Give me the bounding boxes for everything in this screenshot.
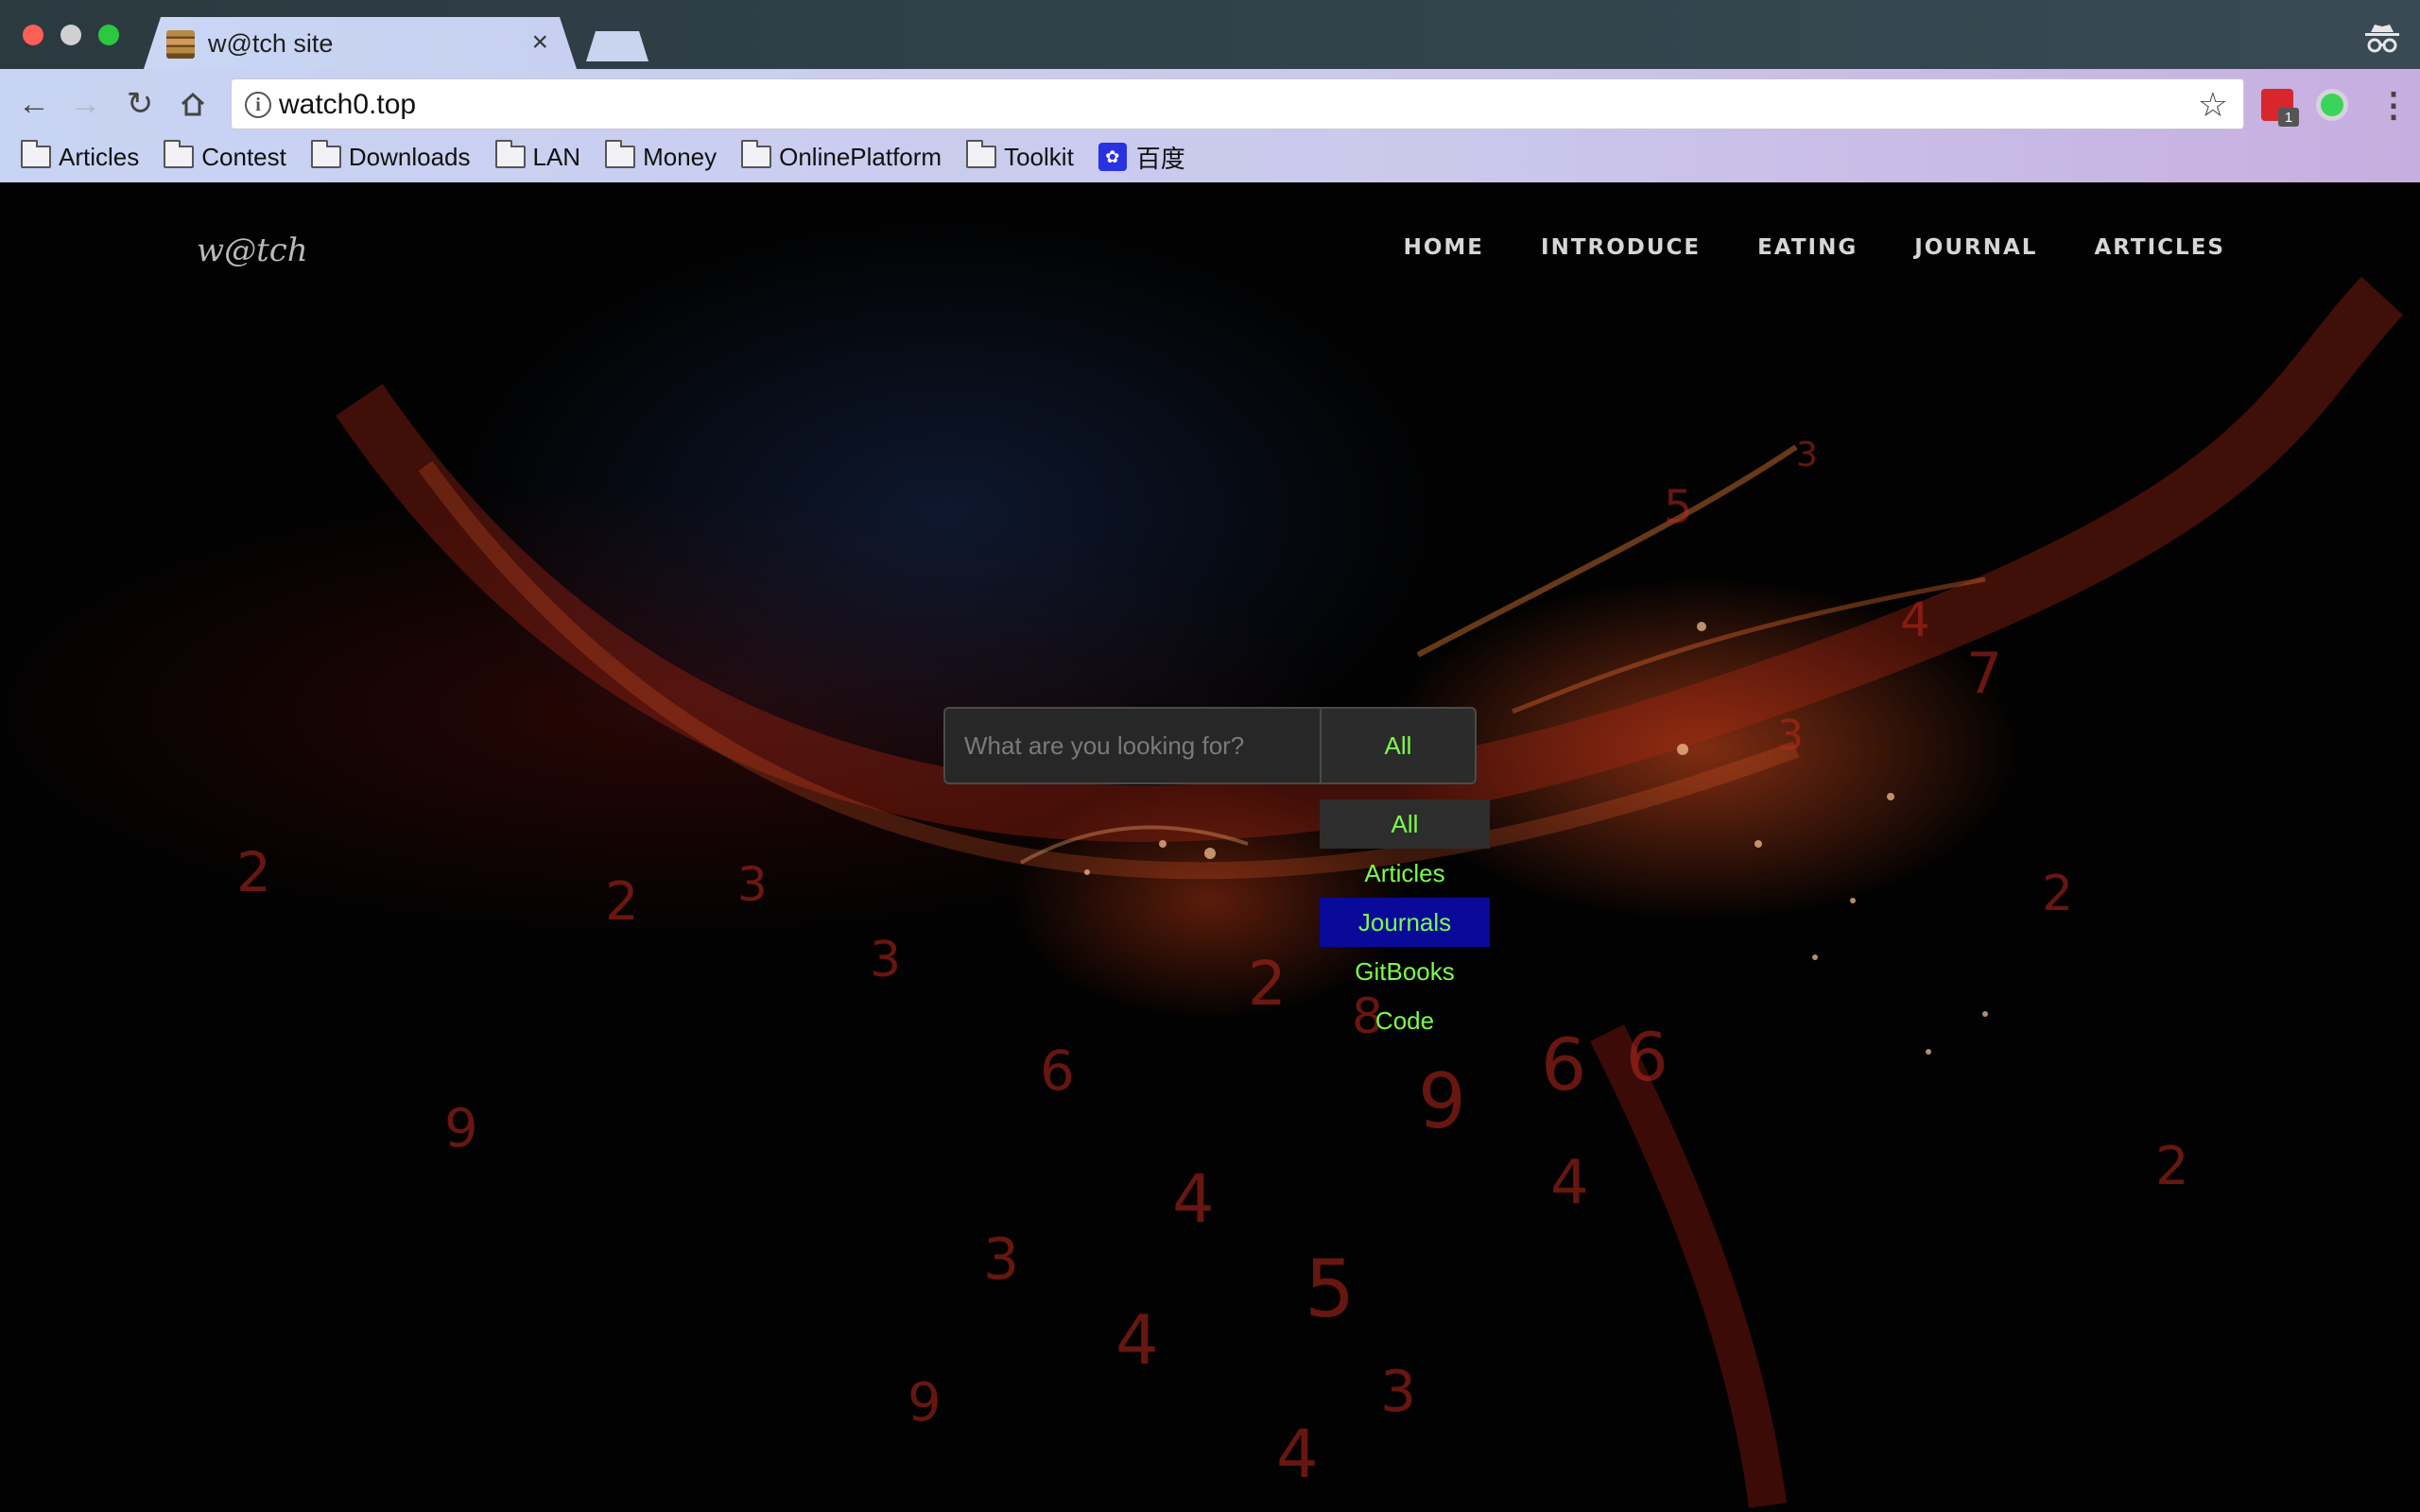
bookmark-onlineplatform[interactable]: OnlinePlatform <box>741 140 942 172</box>
maximize-window-button[interactable] <box>98 25 119 45</box>
svg-text:4: 4 <box>1900 593 1930 647</box>
svg-text:3: 3 <box>1796 436 1818 474</box>
svg-text:3: 3 <box>870 932 901 988</box>
svg-text:6: 6 <box>1541 1022 1586 1107</box>
site-logo[interactable]: w@tch <box>197 232 308 269</box>
dropdown-option-gitbooks[interactable]: GitBooks <box>1320 947 1490 996</box>
dropdown-option-journals[interactable]: Journals <box>1320 898 1490 947</box>
search-filter-dropdown: All Articles Journals GitBooks Code <box>1320 799 1490 1045</box>
dropdown-option-all[interactable]: All <box>1320 799 1490 849</box>
svg-text:9: 9 <box>908 1372 942 1434</box>
svg-text:3: 3 <box>1380 1359 1416 1425</box>
svg-text:5: 5 <box>1305 1243 1355 1335</box>
status-extension-icon[interactable] <box>2321 94 2343 116</box>
tab-close-icon[interactable]: × <box>531 26 548 59</box>
bookmark-label: Money <box>643 142 717 171</box>
baidu-paw-icon: ✿ <box>1098 143 1127 171</box>
search-filter-select[interactable]: All <box>1320 707 1477 784</box>
back-arrow-icon[interactable]: ← <box>15 85 53 123</box>
forward-arrow-icon[interactable]: → <box>66 85 104 123</box>
folder-icon <box>310 140 341 168</box>
info-icon[interactable]: i <box>245 92 271 118</box>
bookmark-label: OnlinePlatform <box>779 142 942 171</box>
new-tab-button[interactable] <box>586 31 648 61</box>
bookmarks-bar: Articles Contest Downloads LAN Money Onl… <box>21 138 1210 176</box>
bookmark-money[interactable]: Money <box>605 140 717 172</box>
nav-home[interactable]: HOME <box>1404 235 1484 260</box>
svg-text:4: 4 <box>1276 1416 1319 1493</box>
svg-text:3: 3 <box>1777 712 1804 760</box>
site-nav: HOME INTRODUCE EATING JOURNAL ARTICLES <box>1404 235 2225 260</box>
dropdown-option-code[interactable]: Code <box>1320 996 1490 1045</box>
nav-introduce[interactable]: INTRODUCE <box>1541 235 1701 260</box>
bookmark-contest[interactable]: Contest <box>164 140 286 172</box>
nav-eating[interactable]: EATING <box>1757 235 1858 260</box>
incognito-icon <box>2365 25 2399 53</box>
browser-menu-icon[interactable]: ⋮ <box>2377 85 2411 125</box>
bookmark-label: Articles <box>59 142 140 171</box>
svg-text:9: 9 <box>1418 1057 1466 1145</box>
svg-text:3: 3 <box>737 857 768 912</box>
bookmark-baidu[interactable]: ✿ 百度 <box>1098 140 1185 175</box>
url-text[interactable]: watch0.top <box>279 89 416 121</box>
page-hero: 5 3 7 3 4 2 8 9 6 3 4 5 3 4 6 6 2 2 3 2 … <box>0 182 2420 1512</box>
folder-icon <box>605 140 636 168</box>
bookmark-label: Contest <box>201 142 286 171</box>
bookmark-star-icon[interactable]: ☆ <box>2198 85 2228 125</box>
svg-text:6: 6 <box>1040 1039 1075 1103</box>
minimize-window-button[interactable] <box>60 25 81 45</box>
bookmark-label: Toolkit <box>1004 142 1074 171</box>
folder-icon <box>21 140 51 168</box>
bookmark-label: LAN <box>532 142 581 171</box>
svg-text:7: 7 <box>1966 641 2002 707</box>
svg-text:3: 3 <box>983 1227 1019 1293</box>
svg-text:6: 6 <box>1626 1019 1668 1096</box>
reload-icon[interactable]: ↻ <box>121 85 159 123</box>
background-artwork: 5 3 7 3 4 2 8 9 6 3 4 5 3 4 6 6 2 2 3 2 … <box>236 276 2404 1508</box>
svg-text:2: 2 <box>2155 1136 2189 1197</box>
folder-icon <box>741 140 772 168</box>
extension-badge: 1 <box>2278 108 2299 127</box>
svg-text:2: 2 <box>1248 950 1287 1020</box>
tab-title: w@tch site <box>208 29 334 58</box>
bookmark-lan[interactable]: LAN <box>494 140 581 172</box>
dropdown-option-articles[interactable]: Articles <box>1320 849 1490 898</box>
search-input[interactable] <box>943 707 1320 784</box>
svg-text:4: 4 <box>1115 1300 1159 1380</box>
folder-icon <box>494 140 526 168</box>
bookmark-downloads[interactable]: Downloads <box>310 140 471 172</box>
close-window-button[interactable] <box>23 25 43 45</box>
svg-text:2: 2 <box>605 871 639 933</box>
svg-text:9: 9 <box>444 1098 478 1160</box>
svg-text:2: 2 <box>2042 866 2073 922</box>
folder-icon <box>164 140 195 168</box>
bookmark-label: 百度 <box>1135 144 1185 173</box>
nav-journal[interactable]: JOURNAL <box>1914 235 2037 260</box>
browser-titlebar: w@tch site × <box>0 0 2420 69</box>
svg-text:2: 2 <box>236 840 271 904</box>
svg-text:4: 4 <box>1550 1148 1589 1218</box>
browser-tab-active[interactable]: w@tch site × <box>144 17 577 69</box>
address-bar[interactable]: i watch0.top ☆ <box>231 78 2244 129</box>
bookmark-articles[interactable]: Articles <box>21 140 140 172</box>
site-favicon-icon <box>166 30 195 59</box>
bookmark-label: Downloads <box>348 142 471 171</box>
svg-text:5: 5 <box>1664 481 1693 534</box>
home-icon[interactable] <box>174 85 212 123</box>
folder-icon <box>966 140 997 168</box>
svg-text:4: 4 <box>1172 1160 1215 1238</box>
nav-articles[interactable]: ARTICLES <box>2094 235 2225 260</box>
bookmark-toolkit[interactable]: Toolkit <box>966 140 1074 172</box>
